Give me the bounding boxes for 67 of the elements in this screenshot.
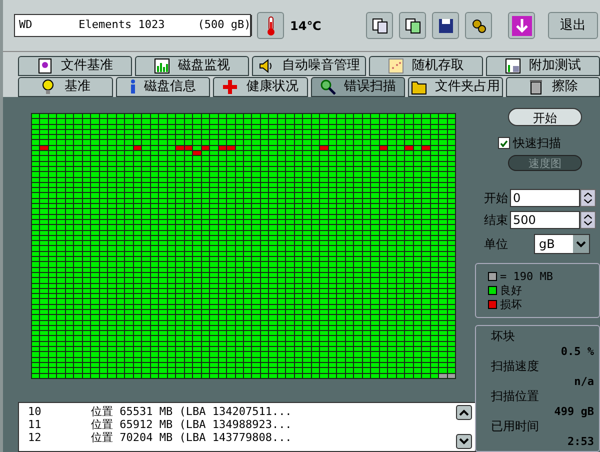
lightbulb-icon <box>40 79 56 95</box>
copy-button[interactable] <box>399 12 426 39</box>
log-index: 12 <box>28 431 42 444</box>
copy-icon <box>404 18 420 34</box>
tab[interactable]: 错误扫描 <box>310 77 405 97</box>
log-entry: 位置 65531 MB (LBA 134207511... <box>91 405 292 418</box>
info-icon <box>130 79 136 95</box>
scroll-up-icon[interactable] <box>456 405 472 420</box>
log-index: 11 <box>28 418 42 431</box>
tab[interactable]: 擦除 <box>506 77 600 97</box>
legend-label: 良好 <box>500 284 522 297</box>
save-button[interactable] <box>432 12 459 39</box>
tab[interactable]: 自动噪音管理 <box>252 56 366 76</box>
cross-icon <box>222 79 238 95</box>
folder-icon <box>410 79 427 95</box>
thermometer-icon <box>264 16 276 36</box>
bar-chart-icon <box>154 58 170 74</box>
scatter-plot-icon <box>388 58 404 74</box>
stat-label: 坏块 <box>491 329 516 343</box>
speaker-icon <box>258 58 274 74</box>
settings-button[interactable] <box>465 12 492 39</box>
checkbox[interactable] <box>498 137 510 149</box>
copy-icon <box>372 18 388 34</box>
scroll-down-icon[interactable] <box>456 434 472 449</box>
checkbox-label: 快速扫描 <box>513 135 561 152</box>
field-label: 开始 <box>484 190 508 207</box>
start-button[interactable]: 开始 <box>508 108 582 126</box>
field-label: 结束 <box>484 212 508 229</box>
spinner-icon[interactable] <box>580 189 596 207</box>
settings-icon <box>470 18 486 34</box>
log-entry: 位置 70204 MB (LBA 143779808... <box>91 431 292 444</box>
calendar-icon <box>505 58 521 74</box>
tab[interactable]: 健康状况 <box>213 77 308 97</box>
drive-select[interactable]: WD Elements 1023 (500 gB) <box>14 14 251 37</box>
stat-label: 扫描速度 <box>491 359 540 373</box>
magnifier-icon <box>320 79 336 95</box>
stat-label: 扫描位置 <box>491 389 540 403</box>
stat-value: 2:53 <box>568 435 594 449</box>
legend-label: 损坏 <box>500 298 522 311</box>
tab[interactable]: 磁盘信息 <box>116 77 210 97</box>
field-label: 单位 <box>484 236 509 253</box>
spinner-icon[interactable] <box>580 211 596 229</box>
tab[interactable]: 附加测试 <box>486 56 600 76</box>
tab[interactable]: 基准 <box>18 77 112 97</box>
tab[interactable]: 随机存取 <box>369 56 483 76</box>
unit-select[interactable]: gB <box>534 234 590 254</box>
save-icon <box>438 18 454 34</box>
download-button[interactable] <box>508 12 535 39</box>
tab[interactable]: 文件基准 <box>18 56 132 76</box>
document-icon <box>37 58 53 74</box>
copy-button[interactable] <box>366 12 393 39</box>
stat-value: n/a <box>574 375 594 389</box>
log-entry: 位置 65912 MB (LBA 134988923... <box>91 418 292 431</box>
thermometer-button[interactable] <box>257 12 284 39</box>
stat-value: 499 gB <box>554 405 594 419</box>
checkmark-icon <box>500 140 508 146</box>
temperature-reading: 14℃ <box>290 18 322 34</box>
legend-label: = 190 MB <box>500 270 553 283</box>
exit-button[interactable]: 退出 <box>548 12 598 39</box>
tab[interactable]: 磁盘监视 <box>135 56 249 76</box>
trash-icon <box>528 79 544 95</box>
tab[interactable]: 文件夹占用 <box>408 77 502 97</box>
log-index: 10 <box>28 405 42 418</box>
number-field[interactable]: 500 <box>510 211 580 229</box>
number-field[interactable]: 0 <box>510 189 580 207</box>
stat-value: 0.5 % <box>560 345 594 359</box>
stat-label: 已用时间 <box>491 419 540 433</box>
